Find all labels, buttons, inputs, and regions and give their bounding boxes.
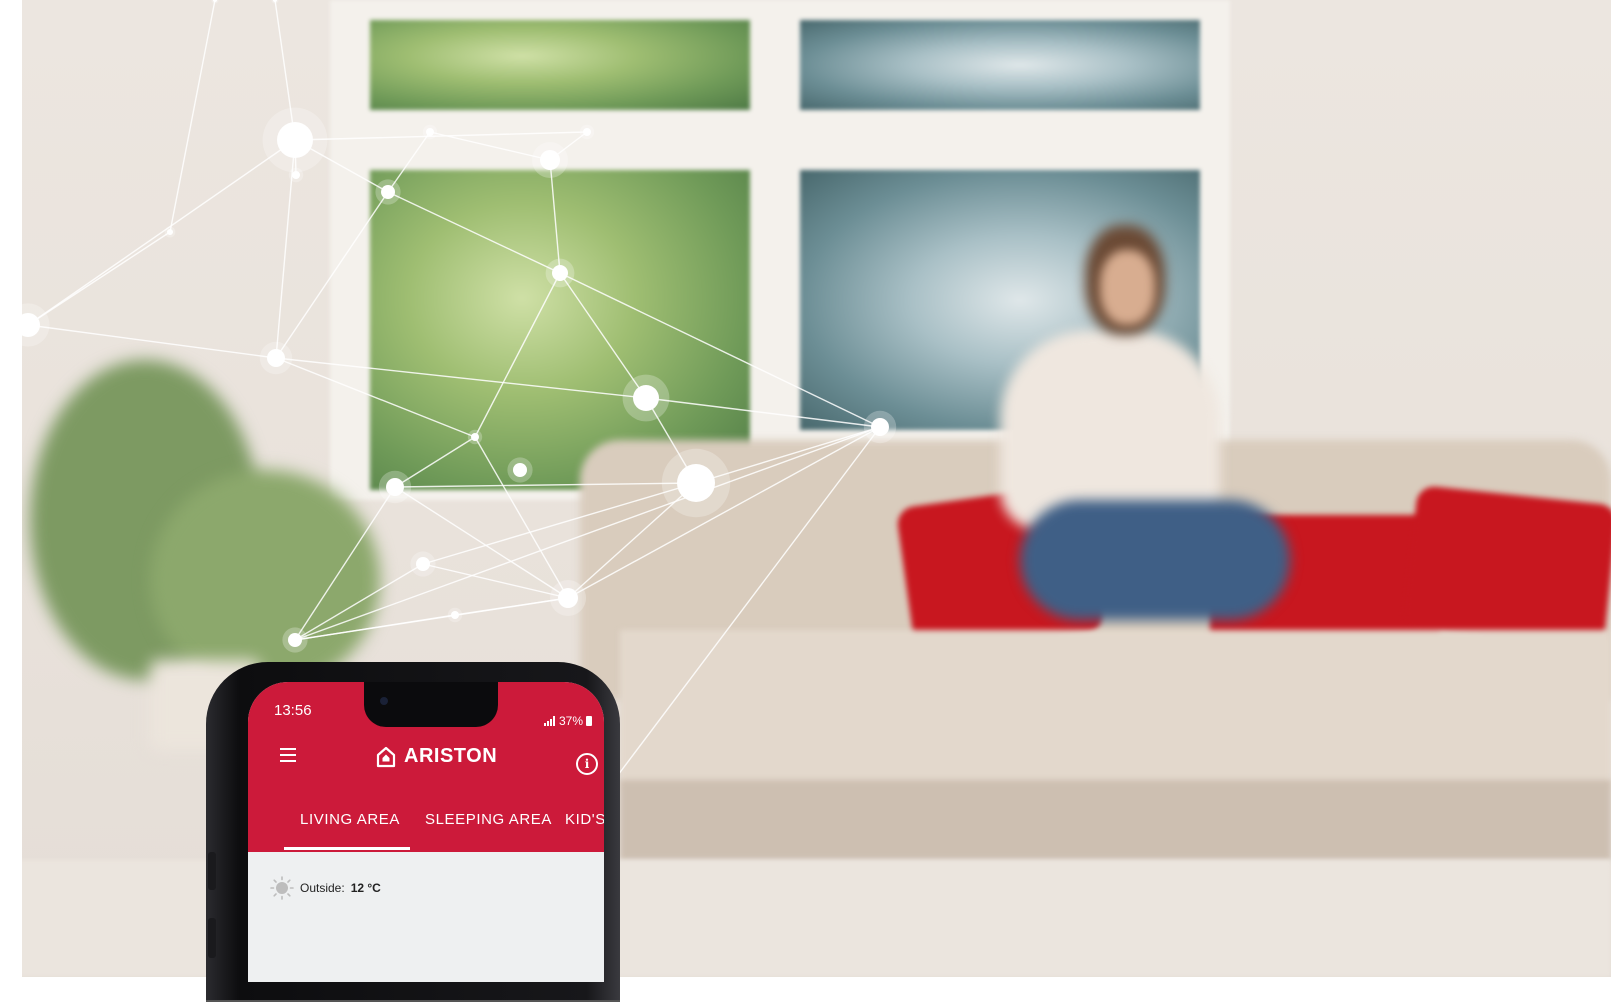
network-node bbox=[277, 122, 313, 158]
network-line bbox=[454, 597, 569, 616]
active-tab-indicator bbox=[284, 847, 410, 850]
info-icon[interactable]: i bbox=[576, 753, 598, 775]
network-line bbox=[169, 0, 216, 233]
sofa-base bbox=[620, 780, 1611, 860]
network-node bbox=[292, 171, 300, 179]
brand-logo: ARISTON bbox=[376, 745, 497, 768]
sun-icon bbox=[270, 876, 294, 900]
network-node bbox=[267, 349, 285, 367]
status-indicators: 37% bbox=[544, 714, 593, 728]
phone-side-button bbox=[208, 852, 216, 890]
network-line bbox=[394, 486, 569, 599]
network-line bbox=[422, 563, 569, 599]
network-node bbox=[451, 611, 459, 619]
plant bbox=[150, 470, 380, 690]
window-pane bbox=[370, 20, 750, 110]
network-line bbox=[27, 231, 171, 326]
network-node-glow bbox=[271, 0, 279, 4]
window-pane bbox=[800, 20, 1200, 110]
network-node-glow bbox=[288, 167, 304, 183]
outside-label: Outside: bbox=[300, 881, 345, 895]
person-face bbox=[1100, 250, 1155, 325]
signal-icon bbox=[544, 716, 555, 726]
house-icon bbox=[376, 746, 396, 767]
network-node-glow bbox=[259, 341, 293, 375]
network-node-glow bbox=[164, 226, 176, 238]
phone-screen: 13:56 37% ARISTON i LIVING AREA SLEEPING… bbox=[248, 682, 604, 982]
outside-value: 12 °C bbox=[350, 881, 381, 895]
network-line bbox=[27, 324, 277, 359]
network-node bbox=[167, 229, 173, 235]
network-line bbox=[27, 139, 296, 326]
outside-temperature: Outside: 12 °C bbox=[270, 876, 381, 900]
phone-side-button bbox=[208, 918, 216, 958]
network-node bbox=[273, 0, 277, 2]
status-time: 13:56 bbox=[274, 702, 312, 719]
network-node-glow bbox=[211, 0, 219, 4]
zone-tabs: LIVING AREA SLEEPING AREA KID'S bbox=[248, 808, 604, 852]
battery-icon bbox=[586, 716, 593, 726]
app-header: 13:56 37% ARISTON i LIVING AREA SLEEPING… bbox=[248, 682, 604, 852]
tab-kids[interactable]: KID'S bbox=[565, 811, 604, 828]
network-line bbox=[274, 0, 296, 141]
battery-percent: 37% bbox=[559, 714, 584, 728]
network-line bbox=[294, 139, 297, 176]
network-node-glow bbox=[262, 107, 328, 173]
tab-living-area[interactable]: LIVING AREA bbox=[300, 811, 400, 828]
camera-icon bbox=[380, 697, 388, 705]
sofa-seat bbox=[620, 630, 1611, 790]
network-node-glow bbox=[447, 607, 463, 623]
person-legs bbox=[1020, 500, 1290, 620]
hamburger-menu-icon[interactable] bbox=[280, 748, 296, 762]
pillow bbox=[1402, 484, 1611, 651]
network-line bbox=[275, 139, 296, 359]
network-node bbox=[558, 588, 578, 608]
network-node bbox=[416, 557, 430, 571]
brand-name: ARISTON bbox=[404, 745, 498, 767]
network-node-glow bbox=[410, 551, 436, 577]
tab-sleeping-area[interactable]: SLEEPING AREA bbox=[425, 811, 552, 828]
network-node bbox=[213, 0, 217, 2]
page-margin bbox=[0, 0, 22, 977]
